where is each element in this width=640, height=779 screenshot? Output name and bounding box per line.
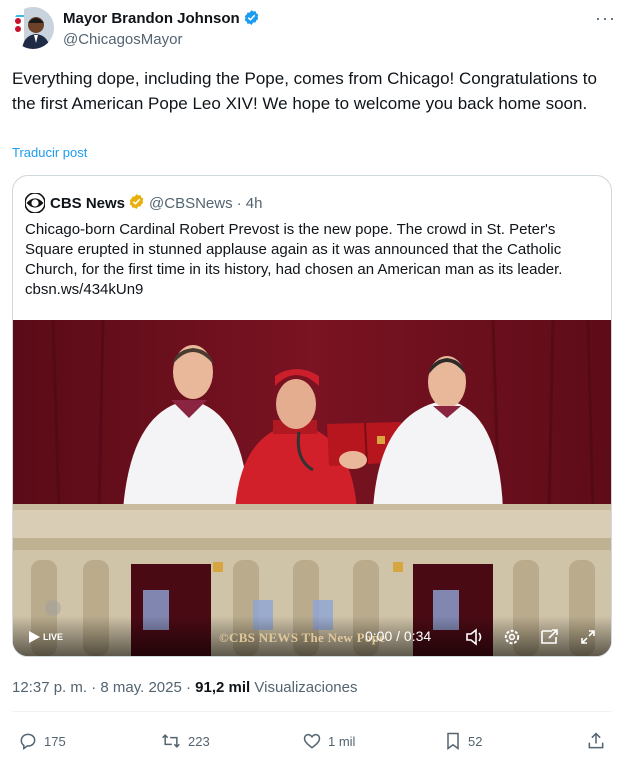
live-label: LIVE [43,632,64,642]
quote-text: Chicago-born Cardinal Robert Prevost is … [25,221,563,298]
volume-icon[interactable] [465,628,485,646]
video-frame [13,320,611,656]
fullscreen-icon[interactable] [579,628,597,646]
play-icon[interactable] [27,630,41,644]
views-label: Visualizaciones [254,679,358,696]
tweet: Mayor Brandon Johnson @ChicagosMayor ···… [0,0,640,779]
pip-icon[interactable] [540,628,560,646]
settings-icon[interactable] [503,628,521,646]
video-controls: LIVE ©CBS NEWS The New Pope 0:00 / 0:34 [13,616,611,656]
verified-badge-icon [243,9,260,30]
video-time: 0:00 / 0:34 [365,628,432,644]
author-handle[interactable]: @ChicagosMayor [63,31,182,48]
repost-button[interactable]: 223 [160,731,210,751]
quoted-tweet[interactable]: CBS News @CBSNews · 4h Chicago-born Card… [12,175,612,657]
author-name[interactable]: Mayor Brandon Johnson [63,9,260,30]
share-icon [588,732,604,749]
avatar[interactable] [12,7,54,49]
translate-link[interactable]: Traducir post [12,145,87,160]
quote-header: CBS News @CBSNews · 4h [25,193,262,213]
video-watermark: ©CBS NEWS The New Pope [219,630,386,645]
quote-source-name[interactable]: CBS News [50,195,125,212]
share-button[interactable] [586,731,606,751]
cbs-logo-icon [25,193,45,213]
tweet-meta: 12:37 p. m. · 8 may. 2025 · 91,2 mil Vis… [12,679,358,696]
like-button[interactable]: 1 mil [302,731,355,751]
video-player[interactable]: LIVE ©CBS NEWS The New Pope 0:00 / 0:34 [13,320,611,656]
gold-verified-icon [128,193,145,214]
quote-source-handle[interactable]: @CBSNews [149,195,233,212]
quote-age: · 4h [236,194,263,212]
reply-count: 175 [44,733,66,749]
more-options-icon[interactable]: ··· [595,8,616,29]
bookmark-button[interactable]: 52 [444,731,482,751]
bookmark-count: 52 [468,733,483,749]
author-name-text[interactable]: Mayor Brandon Johnson [63,10,240,27]
bookmark-icon [447,732,459,750]
repost-count: 223 [188,733,210,749]
repost-icon [162,734,180,748]
views-count: 91,2 mil [195,679,251,696]
tweet-text: Everything dope, including the Pope, com… [12,69,597,113]
reply-icon [20,733,36,750]
divider [12,711,612,712]
heart-icon [303,733,321,749]
like-count: 1 mil [328,733,356,749]
reply-button[interactable]: 175 [18,731,66,751]
tweet-timestamp[interactable]: 12:37 p. m. · 8 may. 2025 · [12,679,191,696]
